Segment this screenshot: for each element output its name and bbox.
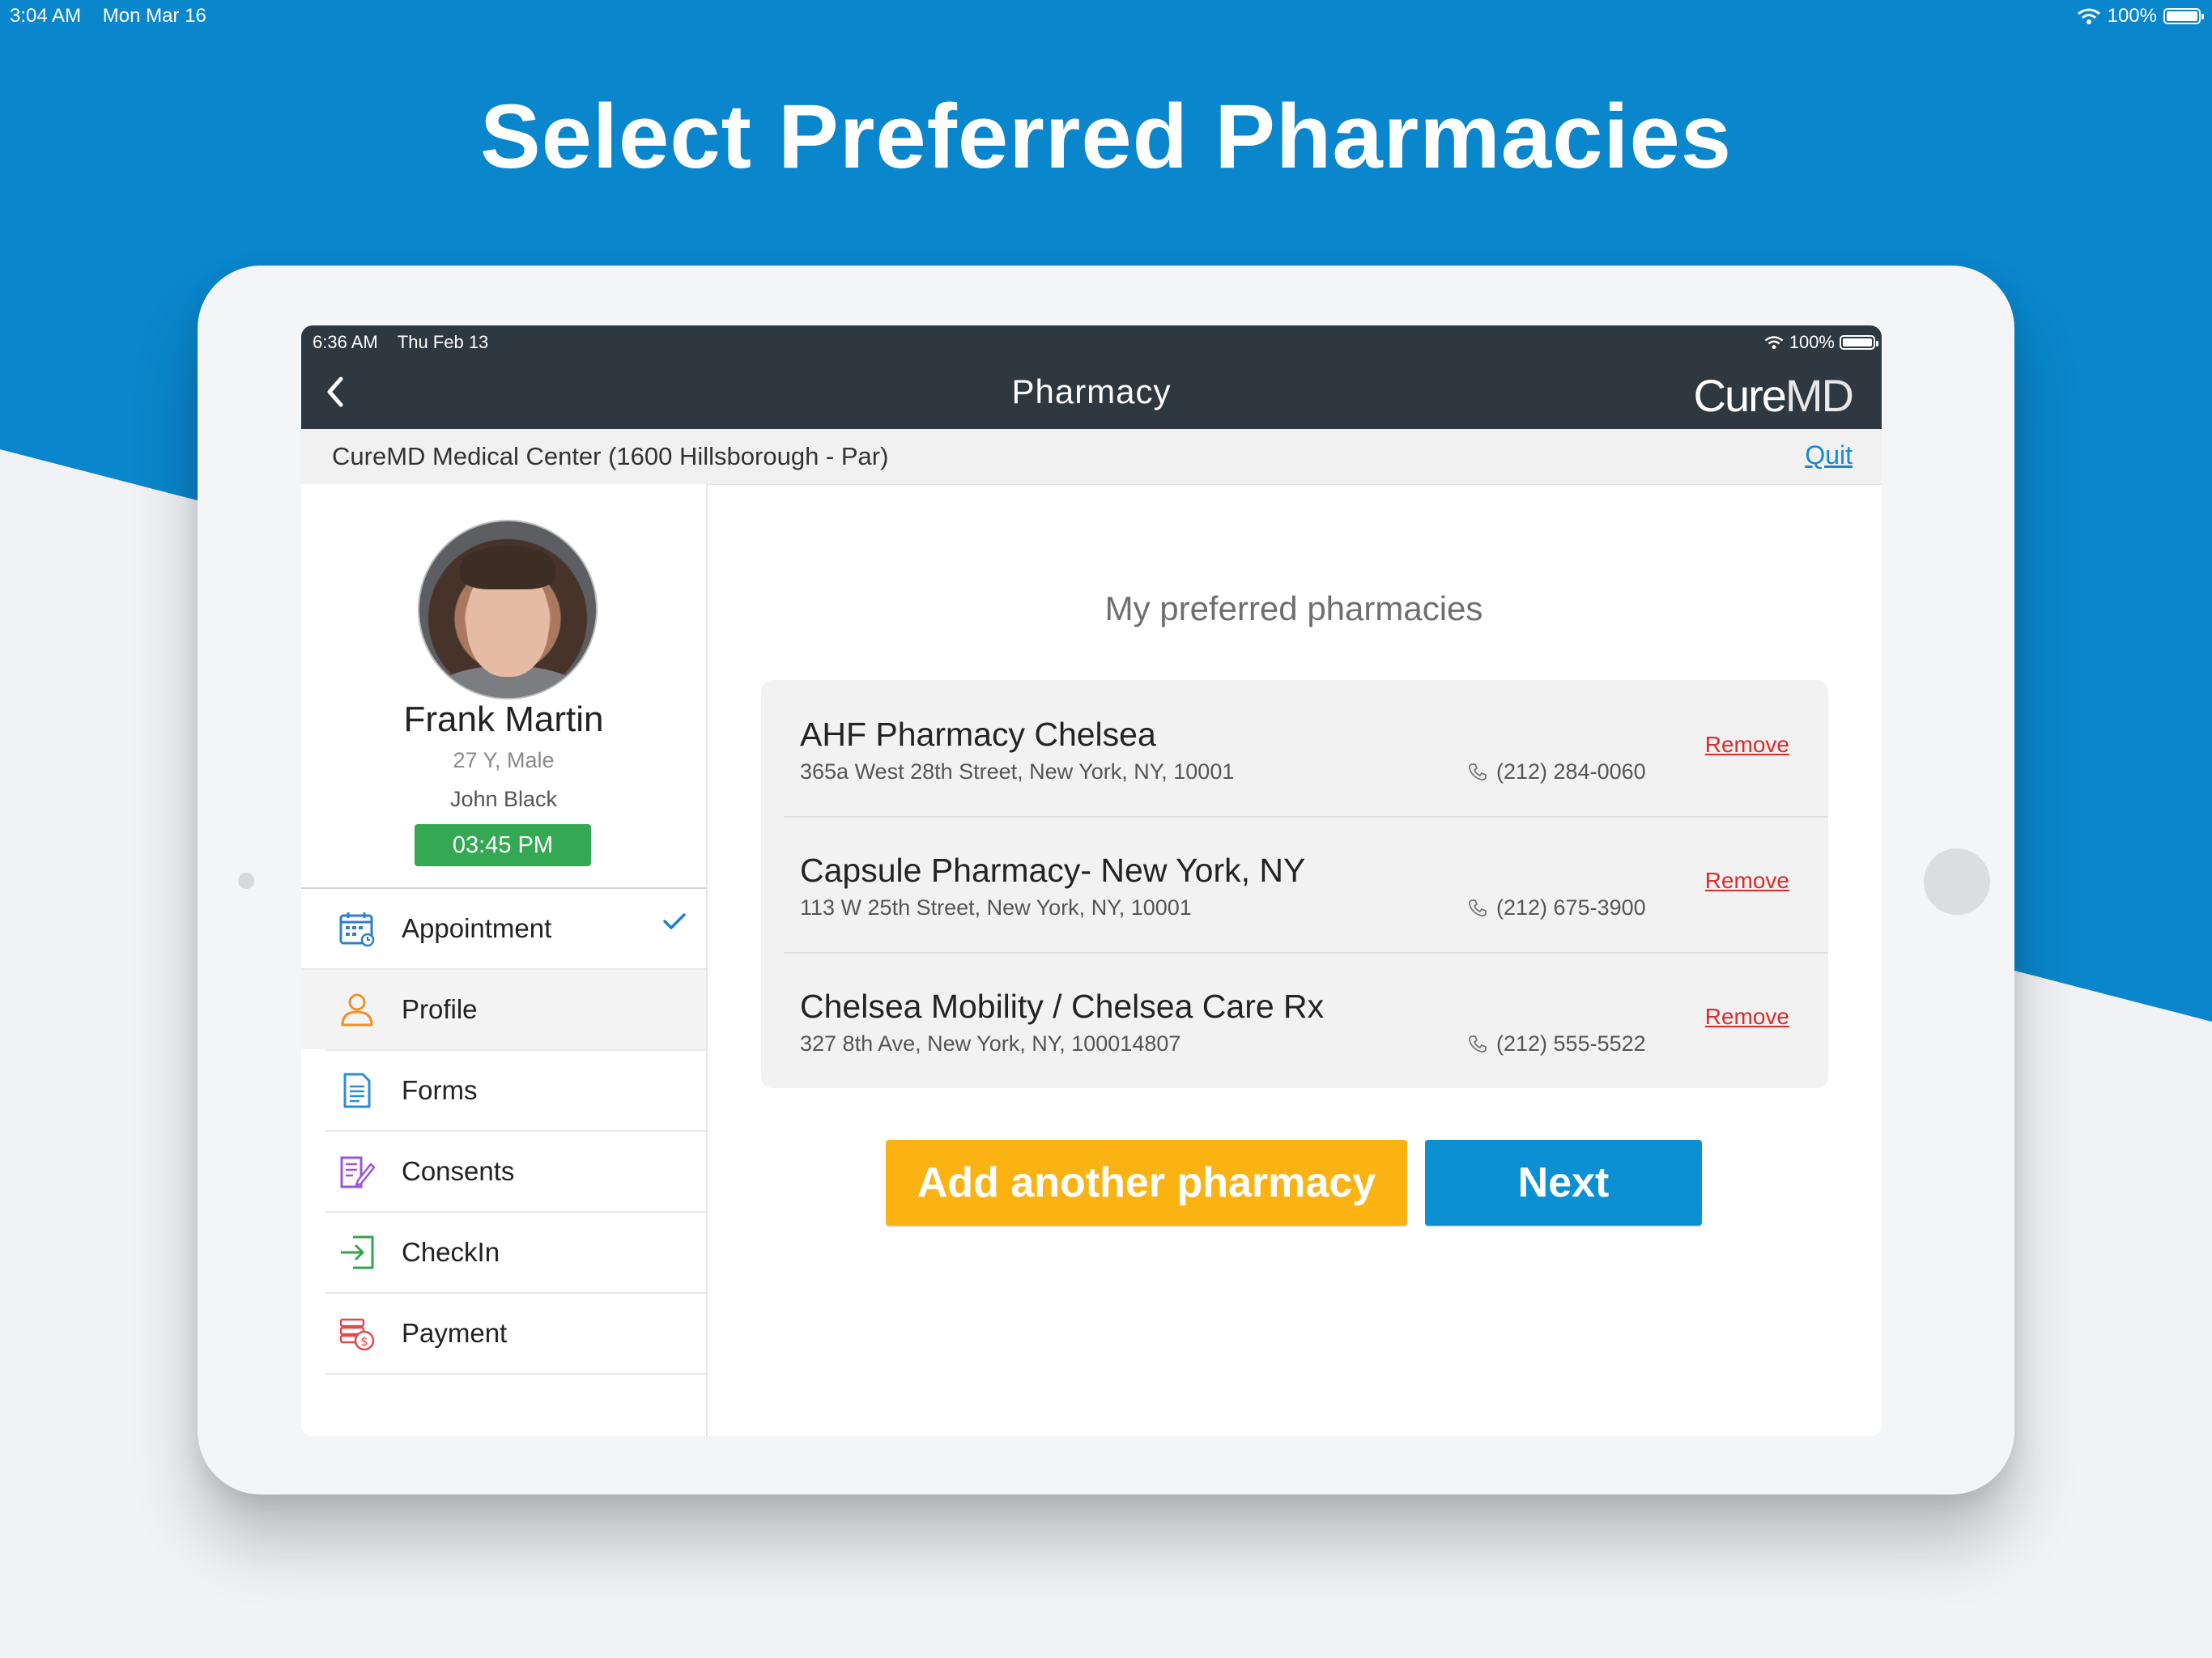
device-status-right: 100% bbox=[1763, 332, 1878, 353]
page-headline: Select Preferred Pharmacies bbox=[479, 86, 1733, 187]
sidebar-item-consents[interactable]: Consents bbox=[325, 1130, 706, 1211]
remove-pharmacy-button[interactable]: Remove bbox=[1705, 732, 1789, 758]
sidebar-item-label: Profile bbox=[402, 994, 478, 1024]
home-button[interactable] bbox=[1924, 848, 1990, 915]
pharmacy-item: Chelsea Mobility / Chelsea Care Rx 327 8… bbox=[761, 952, 1828, 1088]
pharmacy-address: 113 W 25th Street, New York, NY, 10001 bbox=[800, 895, 1192, 920]
pharmacy-address: 327 8th Ave, New York, NY, 100014807 bbox=[800, 1031, 1181, 1056]
pharmacy-phone-number: (212) 675-3900 bbox=[1496, 895, 1646, 920]
svg-text:$: $ bbox=[360, 1334, 368, 1349]
outer-status-date: Mon Mar 16 bbox=[102, 5, 206, 27]
pharmacy-list: AHF Pharmacy Chelsea 365a West 28th Stre… bbox=[761, 680, 1828, 1088]
sidebar-item-checkin[interactable]: CheckIn bbox=[325, 1211, 706, 1292]
device-battery-percent: 100% bbox=[1789, 332, 1835, 352]
next-button[interactable]: Next bbox=[1425, 1140, 1702, 1226]
wifi-icon bbox=[2077, 8, 2100, 24]
screen-title: Pharmacy bbox=[1011, 372, 1172, 410]
sidebar-item-label: Forms bbox=[402, 1075, 478, 1105]
user-icon bbox=[337, 989, 377, 1030]
main-content: My preferred pharmacies AHF Pharmacy Che… bbox=[706, 484, 1882, 1436]
patient-age-gender: 27 Y, Male bbox=[453, 748, 555, 772]
pharmacy-name: Capsule Pharmacy- New York, NY bbox=[800, 852, 1306, 889]
add-pharmacy-button[interactable]: Add another pharmacy bbox=[886, 1140, 1407, 1226]
quit-link[interactable]: Quit bbox=[1805, 440, 1853, 470]
clinic-name: CureMD Medical Center (1600 Hillsborough… bbox=[332, 442, 889, 470]
curemd-logo: CureMD bbox=[1693, 369, 1854, 422]
sidebar-nav: Appointment Profile Forms Consents Check… bbox=[301, 887, 706, 1375]
patient-avatar bbox=[418, 520, 598, 699]
logo-cure: Cure bbox=[1693, 370, 1787, 421]
battery-icon bbox=[2163, 8, 2204, 24]
remove-pharmacy-button[interactable]: Remove bbox=[1705, 1004, 1789, 1030]
sidebar-divider bbox=[325, 1373, 706, 1375]
section-heading: My preferred pharmacies bbox=[1104, 589, 1483, 627]
sidebar: Frank Martin 27 Y, Male John Black 03:45… bbox=[301, 484, 708, 1436]
sidebar-item-appointment[interactable]: Appointment bbox=[301, 887, 706, 968]
remove-pharmacy-button[interactable]: Remove bbox=[1705, 868, 1789, 894]
battery-icon bbox=[1840, 335, 1878, 350]
sidebar-item-profile[interactable]: Profile bbox=[301, 968, 706, 1049]
checkmark-icon bbox=[662, 912, 687, 935]
pharmacy-phone-number: (212) 284-0060 bbox=[1496, 759, 1646, 784]
outer-status-right: 100% bbox=[2077, 5, 2204, 28]
calendar-icon bbox=[337, 908, 377, 949]
sidebar-item-payment[interactable]: $ Payment bbox=[325, 1292, 706, 1373]
pharmacy-name: Chelsea Mobility / Chelsea Care Rx bbox=[800, 988, 1325, 1025]
patient-name: Frank Martin bbox=[403, 699, 604, 739]
app-topbar: 6:36 AM Thu Feb 13 100% Pharmacy CureMD bbox=[301, 325, 1882, 429]
tablet-screen: 6:36 AM Thu Feb 13 100% Pharmacy CureMD … bbox=[301, 325, 1882, 1436]
sidebar-item-label: Consents bbox=[402, 1156, 515, 1186]
outer-status-left: 3:04 AM Mon Mar 16 bbox=[10, 5, 206, 28]
pharmacy-item: AHF Pharmacy Chelsea 365a West 28th Stre… bbox=[761, 680, 1828, 816]
device-status-date: Thu Feb 13 bbox=[397, 332, 489, 352]
outer-status-bar: 3:04 AM Mon Mar 16 100% bbox=[0, 0, 2212, 32]
phone-icon bbox=[1469, 1035, 1487, 1052]
sidebar-item-forms[interactable]: Forms bbox=[325, 1049, 706, 1130]
patient-doctor: John Black bbox=[449, 787, 558, 811]
document-icon bbox=[337, 1070, 377, 1111]
pharmacy-phone-number: (212) 555-5522 bbox=[1496, 1031, 1646, 1056]
sidebar-item-label: Payment bbox=[402, 1318, 508, 1348]
checkin-icon bbox=[337, 1232, 377, 1273]
camera-dot bbox=[238, 873, 254, 889]
logo-md: MD bbox=[1784, 370, 1854, 421]
payment-icon: $ bbox=[337, 1313, 377, 1354]
device-status-left: 6:36 AM Thu Feb 13 bbox=[313, 332, 488, 353]
sidebar-item-label: Appointment bbox=[402, 913, 552, 943]
phone-icon bbox=[1469, 899, 1487, 916]
pharmacy-name: AHF Pharmacy Chelsea bbox=[800, 716, 1156, 753]
pharmacy-phone: (212) 555-5522 bbox=[1467, 1031, 1646, 1056]
outer-status-time: 3:04 AM bbox=[10, 5, 82, 27]
sidebar-item-label: CheckIn bbox=[402, 1237, 500, 1267]
pharmacy-phone: (212) 284-0060 bbox=[1467, 759, 1646, 784]
pharmacy-address: 365a West 28th Street, New York, NY, 100… bbox=[800, 759, 1235, 784]
clinic-bar: CureMD Medical Center (1600 Hillsborough… bbox=[301, 429, 1882, 485]
phone-icon bbox=[1469, 763, 1487, 780]
outer-battery-percent: 100% bbox=[2107, 5, 2157, 27]
device-status-time: 6:36 AM bbox=[313, 332, 378, 352]
consent-icon bbox=[337, 1151, 377, 1192]
pharmacy-item: Capsule Pharmacy- New York, NY 113 W 25t… bbox=[761, 816, 1828, 952]
wifi-icon bbox=[1764, 336, 1784, 350]
appointment-time-badge: 03:45 PM bbox=[415, 824, 591, 866]
pharmacy-phone: (212) 675-3900 bbox=[1467, 895, 1646, 920]
